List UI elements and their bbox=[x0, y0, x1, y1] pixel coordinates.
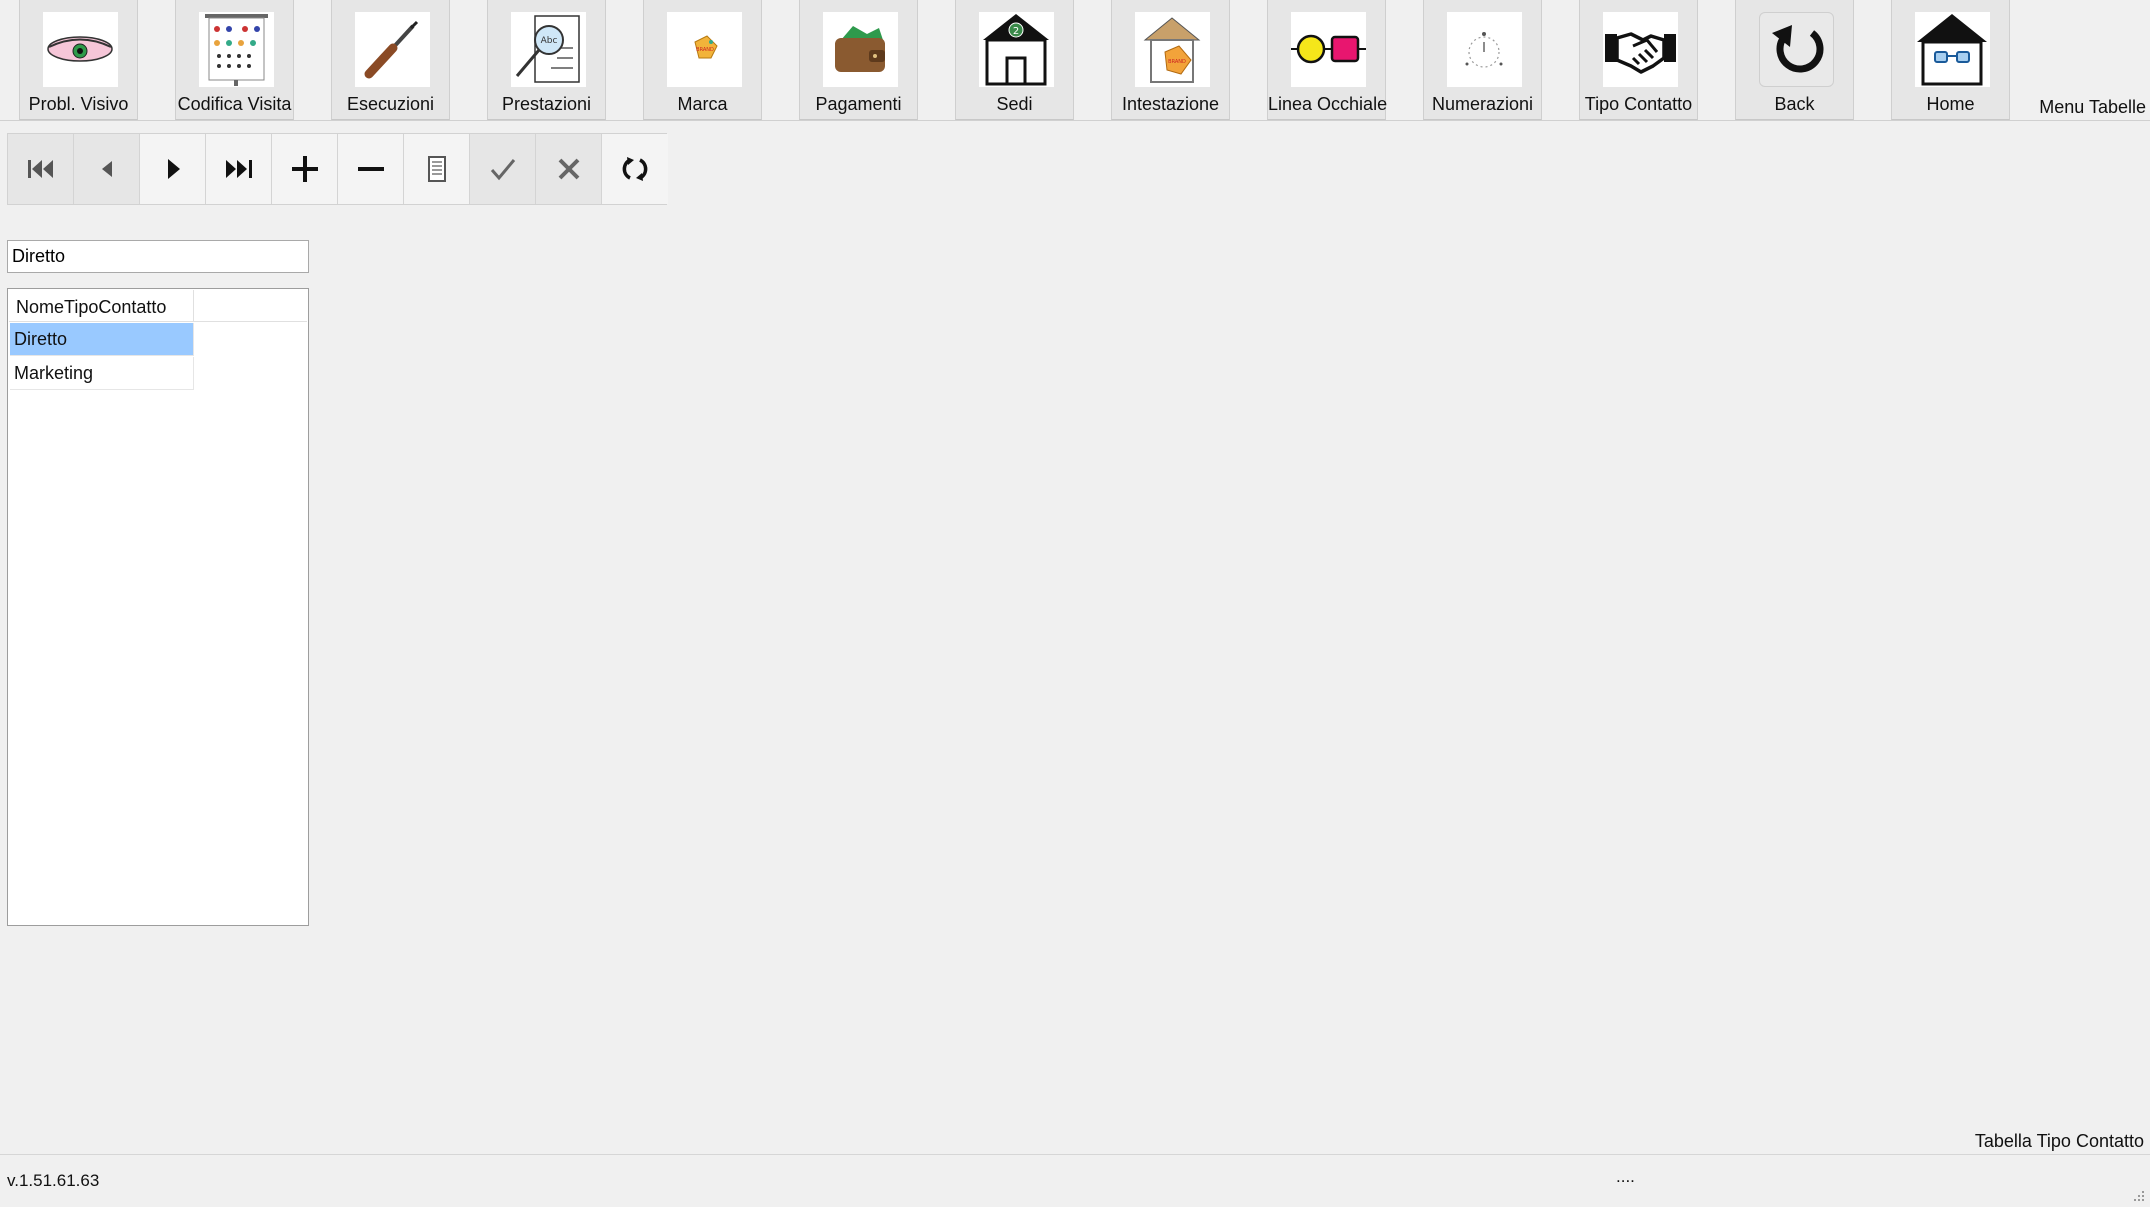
ribbon-label: Pagamenti bbox=[815, 94, 902, 114]
ribbon-label: Esecuzioni bbox=[346, 94, 435, 114]
column-header-nome-tipo-contatto[interactable]: NomeTipoContatto bbox=[9, 290, 194, 322]
numbering-icon bbox=[1447, 12, 1522, 87]
table-row[interactable]: Marketing bbox=[10, 357, 194, 390]
brand-tag-icon: BRAND bbox=[667, 12, 742, 87]
confirm-button[interactable] bbox=[470, 134, 536, 204]
ribbon-toolbar: Probl. Visivo Codifica Visita Esecuzioni… bbox=[0, 0, 2150, 121]
ribbon-label: Back bbox=[1774, 94, 1815, 114]
svg-text:2: 2 bbox=[1013, 26, 1019, 37]
version-label: v.1.51.61.63 bbox=[7, 1171, 100, 1190]
confirm-icon bbox=[490, 159, 516, 181]
first-record-button[interactable] bbox=[8, 134, 74, 204]
glasses-line-icon bbox=[1291, 12, 1366, 87]
ribbon-label: Marca bbox=[677, 94, 728, 114]
ribbon-label: Probl. Visivo bbox=[28, 94, 129, 114]
back-arrow-icon bbox=[1759, 12, 1834, 87]
svg-text:Abc: Abc bbox=[541, 36, 558, 46]
ribbon-label: Linea Occhiale bbox=[1268, 94, 1388, 114]
first-record-icon bbox=[28, 160, 53, 178]
table-row[interactable]: Diretto bbox=[10, 323, 194, 356]
edit-record-icon bbox=[428, 156, 446, 182]
delete-record-icon bbox=[358, 167, 384, 171]
edit-record-button[interactable] bbox=[404, 134, 470, 204]
last-record-button[interactable] bbox=[206, 134, 272, 204]
house-tag-icon: BRAND bbox=[1135, 12, 1210, 87]
next-record-icon bbox=[168, 159, 180, 179]
previous-record-icon bbox=[102, 161, 112, 177]
eye-chart-icon bbox=[199, 12, 274, 87]
ribbon-button-home[interactable]: Home bbox=[1891, 0, 2010, 120]
record-navigator bbox=[7, 133, 668, 205]
add-record-button[interactable] bbox=[272, 134, 338, 204]
handshake-icon bbox=[1603, 12, 1678, 87]
eye-icon bbox=[43, 12, 118, 87]
filter-input[interactable] bbox=[7, 240, 309, 273]
ribbon-label: Intestazione bbox=[1121, 94, 1220, 114]
ribbon-button-pagamenti[interactable]: Pagamenti bbox=[799, 0, 918, 120]
resize-grip-icon[interactable] bbox=[2130, 1187, 2146, 1203]
screwdriver-icon bbox=[355, 12, 430, 87]
column-header-filler bbox=[194, 290, 307, 322]
previous-record-button[interactable] bbox=[74, 134, 140, 204]
cancel-button[interactable] bbox=[536, 134, 602, 204]
ribbon-label: Sedi bbox=[996, 94, 1033, 114]
wallet-icon bbox=[823, 12, 898, 87]
ribbon-button-linea-occhiale[interactable]: Linea Occhiale bbox=[1267, 0, 1388, 120]
contact-type-table[interactable]: NomeTipoContatto Diretto Marketing bbox=[7, 288, 309, 926]
house-number-icon: 2 bbox=[979, 12, 1054, 87]
delete-record-button[interactable] bbox=[338, 134, 404, 204]
status-bar: v.1.51.61.63 .... bbox=[0, 1154, 2150, 1207]
ribbon-button-esecuzioni[interactable]: Esecuzioni bbox=[331, 0, 450, 120]
last-record-icon bbox=[226, 160, 252, 178]
status-indicator: .... bbox=[1616, 1167, 1635, 1186]
svg-text:BRAND: BRAND bbox=[696, 47, 714, 53]
refresh-icon bbox=[622, 157, 648, 181]
refresh-button[interactable] bbox=[602, 134, 668, 204]
menu-title: Menu Tabelle bbox=[2039, 97, 2146, 117]
ribbon-button-back[interactable]: Back bbox=[1735, 0, 1854, 120]
cancel-icon bbox=[558, 158, 580, 180]
ribbon-label: Tipo Contatto bbox=[1584, 94, 1693, 114]
ribbon-label: Home bbox=[1926, 94, 1975, 114]
ribbon-button-sedi[interactable]: 2 Sedi bbox=[955, 0, 1074, 120]
ribbon-button-prestazioni[interactable]: Abc Prestazioni bbox=[487, 0, 606, 120]
home-icon bbox=[1915, 12, 1990, 87]
next-record-button[interactable] bbox=[140, 134, 206, 204]
ribbon-button-intestazione[interactable]: BRAND Intestazione bbox=[1111, 0, 1230, 120]
add-record-icon bbox=[292, 156, 318, 182]
ribbon-button-tipo-contatto[interactable]: Tipo Contatto bbox=[1579, 0, 1698, 120]
form-caption: Tabella Tipo Contatto bbox=[1974, 1131, 2144, 1151]
ribbon-button-numerazioni[interactable]: Numerazioni bbox=[1423, 0, 1542, 120]
ribbon-label: Codifica Visita bbox=[177, 94, 292, 114]
ribbon-label: Prestazioni bbox=[501, 94, 592, 114]
ribbon-button-marca[interactable]: BRAND Marca bbox=[643, 0, 762, 120]
ribbon-button-codifica-visita[interactable]: Codifica Visita bbox=[175, 0, 294, 120]
magnifier-document-icon: Abc bbox=[511, 12, 586, 87]
svg-text:BRAND: BRAND bbox=[1168, 59, 1186, 65]
ribbon-label: Numerazioni bbox=[1431, 94, 1534, 114]
ribbon-button-probl-visivo[interactable]: Probl. Visivo bbox=[19, 0, 138, 120]
